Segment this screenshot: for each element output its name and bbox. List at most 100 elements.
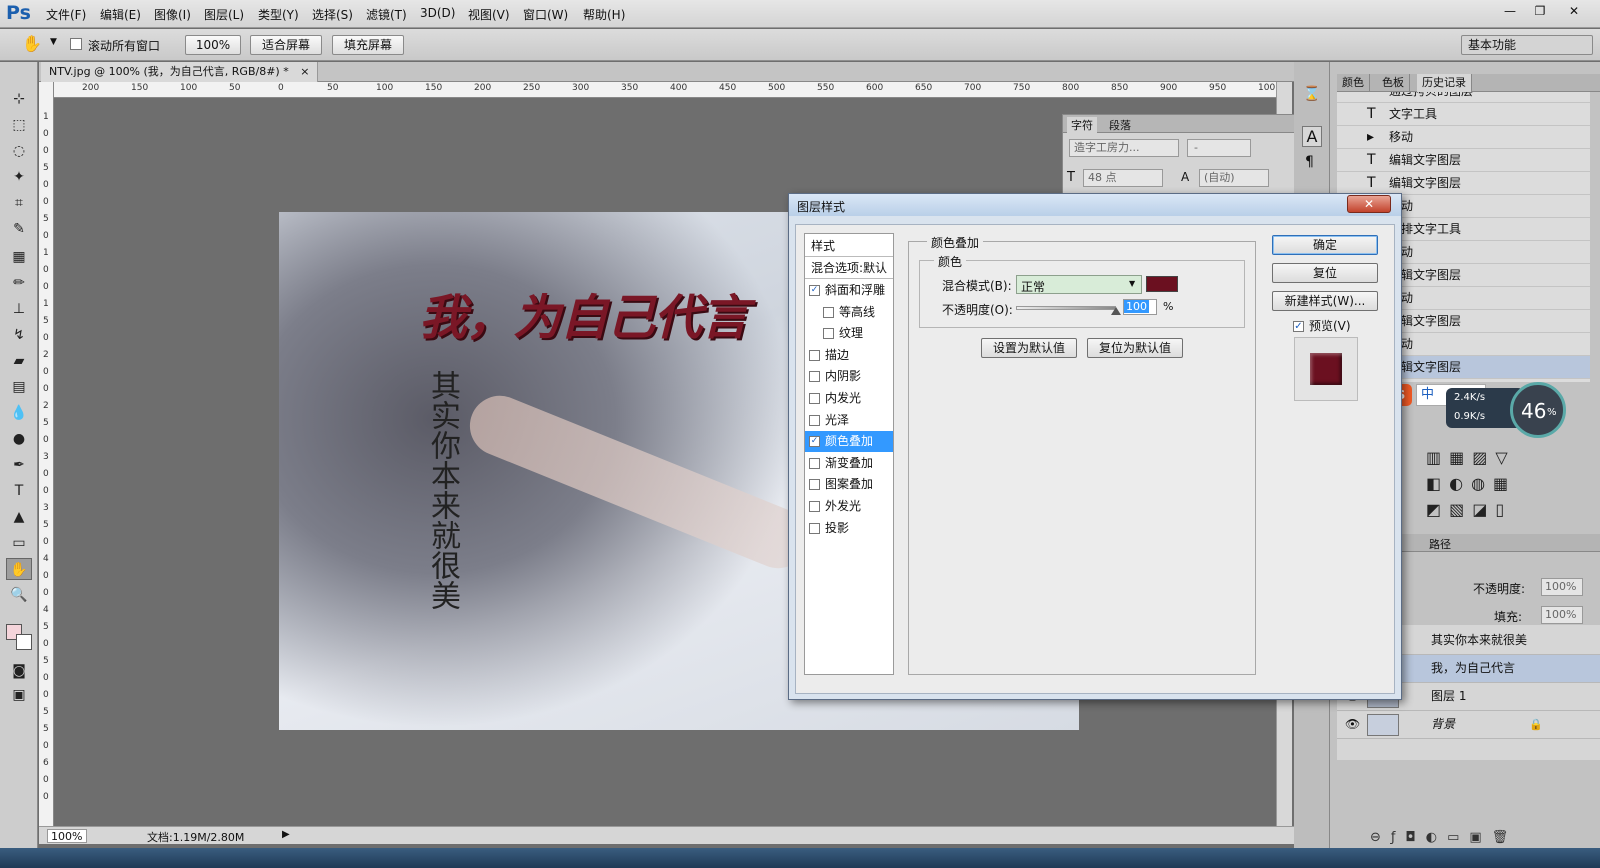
workspace-select[interactable]: 基本功能	[1461, 35, 1593, 55]
eye-visibility-icon[interactable]: 👁	[1345, 711, 1360, 738]
menu-type[interactable]: 类型(Y)	[258, 6, 299, 23]
blend-mode-select[interactable]: 正常 ▼	[1016, 275, 1142, 294]
menu-filter[interactable]: 滤镜(T)	[366, 6, 407, 23]
font-family-select[interactable]: 造字工房力...	[1069, 139, 1179, 157]
char-tab[interactable]: 字符	[1067, 117, 1097, 133]
style-checkbox[interactable]	[809, 349, 820, 361]
style-item[interactable]: 图案叠加	[805, 474, 893, 495]
style-item[interactable]: ✓ 颜色叠加	[805, 431, 893, 453]
style-item[interactable]: 渐变叠加	[805, 453, 893, 474]
move-tool-icon[interactable]: ⊹	[6, 88, 32, 110]
scroll-all-checkbox[interactable]	[70, 38, 82, 50]
crop-tool-icon[interactable]: ⌗	[6, 192, 32, 214]
adjustment-icons-row-1[interactable]: ▥▦▨▽	[1426, 448, 1516, 467]
opacity-input[interactable]: 100	[1123, 299, 1157, 315]
paragraph-tab[interactable]: 段落	[1105, 117, 1135, 133]
healing-brush-tool-icon[interactable]: ▦	[6, 246, 32, 268]
zoom-tool-icon[interactable]: 🔍	[6, 584, 32, 606]
screen-mode-icon[interactable]: ▣	[6, 684, 32, 706]
document-tab[interactable]: NTV.jpg @ 100% (我，为自己代言, RGB/8#) * ×	[41, 62, 319, 82]
adjustment-icons-row-2[interactable]: ◧◐◍▦	[1426, 474, 1516, 493]
style-item[interactable]: 光泽	[805, 410, 893, 431]
menu-view[interactable]: 视图(V)	[468, 6, 510, 23]
style-checkbox[interactable]	[823, 328, 834, 340]
character-panel-icon[interactable]: A	[1302, 126, 1322, 147]
fill-screen-button[interactable]: 填充屏幕	[332, 35, 404, 55]
style-checkbox[interactable]: ✓	[809, 285, 820, 296]
style-item[interactable]: ✓ 斜面和浮雕	[805, 280, 893, 301]
layer-row[interactable]: 👁 背景 🔒	[1337, 711, 1600, 739]
style-checkbox[interactable]	[823, 306, 834, 318]
menu-select[interactable]: 选择(S)	[312, 6, 353, 23]
fit-screen-button[interactable]: 适合屏幕	[250, 35, 322, 55]
opacity-slider-thumb[interactable]	[1111, 307, 1121, 315]
lasso-tool-icon[interactable]: ◌	[6, 140, 32, 162]
history-brush-tool-icon[interactable]: ↯	[6, 324, 32, 346]
reset-button[interactable]: 复位	[1272, 263, 1378, 283]
style-checkbox[interactable]	[809, 479, 820, 491]
style-item[interactable]: 内发光	[805, 388, 893, 409]
history-item[interactable]: T 文字工具	[1337, 103, 1590, 126]
history-item[interactable]: 通过拷贝的图层	[1337, 92, 1590, 103]
close-window-button[interactable]: ✕	[1560, 2, 1588, 20]
history-item[interactable]: T 编辑文字图层	[1337, 149, 1590, 172]
style-checkbox[interactable]	[809, 457, 820, 469]
make-default-button[interactable]: 设置为默认值	[981, 338, 1077, 358]
opacity-slider-track[interactable]	[1016, 306, 1116, 310]
dialog-titlebar[interactable]: 图层样式 ✕	[789, 194, 1401, 216]
status-zoom[interactable]: 100%	[47, 829, 87, 843]
eraser-tool-icon[interactable]: ▰	[6, 350, 32, 372]
style-item[interactable]: 内阴影	[805, 366, 893, 387]
tab-history[interactable]: 历史记录	[1417, 74, 1472, 92]
quick-mask-icon[interactable]: ◙	[6, 660, 32, 682]
style-item[interactable]: 外发光	[805, 496, 893, 517]
menu-image[interactable]: 图像(I)	[154, 6, 191, 23]
path-select-tool-icon[interactable]: ▲	[6, 506, 32, 528]
style-item[interactable]: 投影	[805, 518, 893, 539]
menu-window[interactable]: 窗口(W)	[523, 6, 568, 23]
style-checkbox[interactable]: ✓	[809, 436, 820, 448]
layers-footer-icons[interactable]: ⊖ƒ◘◐▭▣🗑	[1370, 830, 1518, 845]
style-checkbox[interactable]	[809, 522, 820, 534]
style-checkbox[interactable]	[809, 501, 820, 512]
menu-edit[interactable]: 编辑(E)	[100, 6, 141, 23]
style-checkbox[interactable]	[809, 393, 820, 404]
minimize-button[interactable]: —	[1496, 2, 1524, 20]
gradient-tool-icon[interactable]: ▤	[6, 376, 32, 398]
style-checkbox[interactable]	[809, 414, 820, 426]
clone-stamp-tool-icon[interactable]: ⊥	[6, 298, 32, 320]
marquee-tool-icon[interactable]: ⬚	[6, 114, 32, 136]
menu-3d[interactable]: 3D(D)	[420, 6, 455, 20]
status-menu-arrow-icon[interactable]: ▶	[282, 829, 290, 840]
menu-layer[interactable]: 图层(L)	[204, 6, 244, 23]
tab-paths[interactable]: 路径	[1429, 536, 1451, 552]
ok-button[interactable]: 确定	[1272, 235, 1378, 255]
style-checkbox[interactable]	[809, 371, 820, 383]
tool-preset-chevron-icon[interactable]: ▼	[50, 37, 57, 47]
leading-select[interactable]: (自动)	[1199, 169, 1269, 187]
brush-tool-icon[interactable]: ✏	[6, 272, 32, 294]
style-item[interactable]: 等高线	[805, 302, 893, 323]
overlay-color-swatch[interactable]	[1146, 276, 1178, 292]
hand-tool-selected-icon[interactable]: ✋	[6, 558, 32, 580]
restore-button[interactable]: ❐	[1526, 2, 1554, 20]
document-tab-close-icon[interactable]: ×	[300, 65, 309, 78]
layer-opacity-input[interactable]: 100%	[1541, 578, 1583, 596]
blur-tool-icon[interactable]: 💧	[6, 402, 32, 424]
blend-options-item[interactable]: 混合选项:默认	[805, 258, 893, 279]
font-style-select[interactable]: -	[1187, 139, 1251, 157]
dodge-tool-icon[interactable]: ●	[6, 428, 32, 450]
zoom-100-button[interactable]: 100%	[185, 35, 241, 55]
tab-swatches[interactable]: 色板	[1377, 74, 1410, 92]
history-panel-icon[interactable]: ⌛	[1303, 86, 1320, 102]
style-item[interactable]: 纹理	[805, 323, 893, 344]
pen-tool-icon[interactable]: ✒	[6, 454, 32, 476]
rectangle-tool-icon[interactable]: ▭	[6, 532, 32, 554]
history-item[interactable]: ▸ 移动	[1337, 126, 1590, 149]
history-item[interactable]: T 编辑文字图层	[1337, 172, 1590, 195]
tab-color[interactable]: 颜色	[1337, 74, 1370, 92]
eyedropper-tool-icon[interactable]: ✎	[6, 218, 32, 240]
layer-fill-input[interactable]: 100%	[1541, 606, 1583, 624]
font-size-select[interactable]: 48 点	[1083, 169, 1163, 187]
menu-help[interactable]: 帮助(H)	[583, 6, 625, 23]
